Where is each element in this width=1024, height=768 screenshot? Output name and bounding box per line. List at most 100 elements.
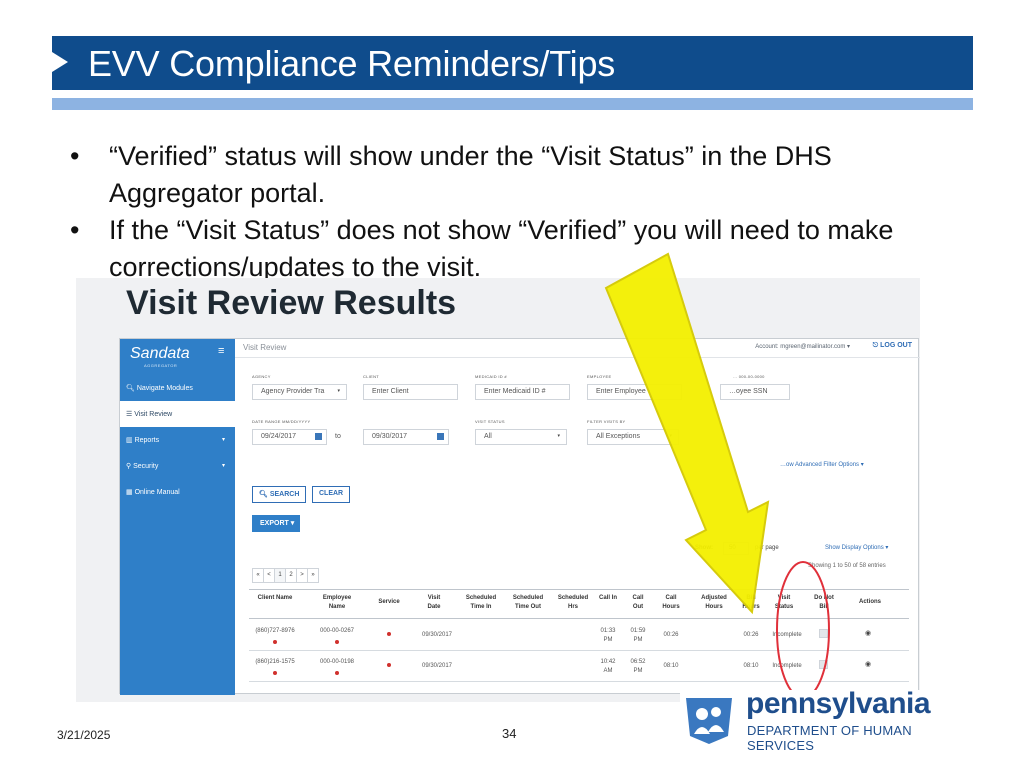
advanced-filter-link[interactable]: …ow Advanced Filter Options ▾ — [780, 461, 864, 468]
calendar-icon[interactable] — [437, 433, 444, 440]
bullet-item: • “Verified” status will show under the … — [70, 138, 970, 212]
sidebar-item-label: Online Manual — [134, 489, 180, 496]
call-hours-cell: 08:10 — [663, 663, 679, 669]
header-divider — [235, 357, 920, 358]
filter-visits-select[interactable]: All Exceptions ▾ — [587, 429, 679, 445]
client-label: CLIENT — [363, 374, 380, 379]
view-icon[interactable]: ◉ — [865, 629, 871, 637]
employee-cell: 000-00-0267 — [319, 628, 355, 634]
filter-visits-value: All Exceptions — [596, 433, 640, 440]
status-dot-icon — [273, 640, 277, 644]
logout-label: LOG OUT — [880, 342, 912, 349]
export-button[interactable]: EXPORT ▾ — [252, 515, 301, 532]
sidebar-item-label: Visit Review — [134, 411, 173, 418]
filter-visits-label: FILTER VISITS BY — [587, 419, 626, 424]
view-icon[interactable]: ◉ — [865, 660, 871, 668]
sidebar-item-label: Reports — [134, 437, 160, 444]
visit-date-cell: 09/30/2017 — [421, 663, 453, 669]
screenshot-panel: Visit Review Results Sandata AGGREGATOR … — [76, 278, 920, 702]
logout-icon: ⎋ — [872, 342, 879, 349]
title-underline — [52, 98, 973, 110]
status-dot-icon — [335, 671, 339, 675]
ssn-label: … 000-00-0000 — [733, 374, 765, 379]
date-from-input[interactable]: 09/24/2017 — [252, 429, 327, 445]
do-not-bill-checkbox[interactable] — [819, 629, 828, 638]
book-icon: ▦ — [126, 489, 133, 496]
agency-select[interactable]: Agency Provider Tra ▾ — [252, 384, 347, 400]
table-row[interactable]: (860)216-1575 000-00-0198 09/30/2017 10:… — [249, 652, 909, 682]
table-header: Client Name Employee Name Service Visit … — [249, 589, 909, 619]
client-input[interactable]: Enter Client — [363, 384, 458, 400]
page-size-value: 50 — [729, 545, 736, 551]
employee-cell: 000-00-0198 — [319, 659, 355, 665]
column-header[interactable]: Call In — [599, 594, 617, 603]
list-icon: ☰ — [126, 411, 133, 418]
column-header[interactable]: Scheduled Time In — [461, 594, 501, 612]
column-header[interactable]: Scheduled Hrs — [553, 594, 593, 612]
clear-button[interactable]: CLEAR — [312, 486, 351, 503]
pa-logo-department: DEPARTMENT OF HUMAN SERVICES — [747, 723, 912, 753]
column-header[interactable]: Call Out — [629, 594, 647, 612]
sidebar-item-reports[interactable]: ▥ Reports ▾ — [120, 427, 235, 453]
sidebar-item-visit-review[interactable]: ☰ Visit Review — [120, 401, 235, 427]
last-page-button[interactable]: » — [307, 568, 319, 583]
call-hours-cell: 00:26 — [663, 632, 679, 638]
column-header[interactable]: Employee Name — [315, 594, 359, 612]
visit-status-select[interactable]: All ▾ — [475, 429, 567, 445]
medicaid-input[interactable]: Enter Medicaid ID # — [475, 384, 570, 400]
date-to-input[interactable]: 09/30/2017 — [363, 429, 449, 445]
column-header[interactable]: Scheduled Time Out — [506, 594, 550, 612]
client-cell: (860)216-1575 — [255, 659, 295, 665]
pa-dhs-logo: pennsylvania DEPARTMENT OF HUMAN SERVICE… — [680, 687, 980, 753]
sidebar: Sandata AGGREGATOR ≡ 🔍︎ Navigate Modules… — [120, 339, 235, 695]
date-to-word: to — [335, 433, 341, 440]
sidebar-item-online-manual[interactable]: ▦ Online Manual — [120, 479, 235, 505]
brand-logo: Sandata — [130, 345, 190, 362]
logout-link[interactable]: ⎋ LOG OUT — [873, 342, 912, 350]
bill-hours-cell: 00:26 — [743, 632, 759, 638]
table-row[interactable]: (860)727-8976 000-00-0267 09/30/2017 01:… — [249, 621, 909, 651]
display-options-link[interactable]: Show Display Options ▾ — [825, 544, 888, 551]
slide-date: 3/21/2025 — [57, 728, 111, 742]
key-icon: ⚲ — [126, 463, 132, 470]
sidebar-item-label: Security — [133, 463, 159, 470]
column-header[interactable]: Service — [371, 598, 407, 607]
slide-title: EVV Compliance Reminders/Tips — [88, 43, 616, 84]
chart-icon: ▥ — [126, 437, 133, 444]
bullet-icon: • — [70, 215, 80, 245]
sandata-app-window: Sandata AGGREGATOR ≡ 🔍︎ Navigate Modules… — [119, 338, 920, 695]
column-header[interactable]: Visit Date — [421, 594, 447, 612]
visit-status-label: VISIT STATUS — [475, 419, 505, 424]
calendar-icon[interactable] — [315, 433, 322, 440]
visit-status-cell: Incomplete — [772, 663, 802, 669]
column-header[interactable]: Adjusted Hours — [694, 594, 734, 612]
account-menu[interactable]: Account: mgreen@mailinator.com ▾ — [755, 343, 850, 350]
show-label: Show: — [695, 545, 713, 551]
visit-date-cell: 09/30/2017 — [421, 632, 453, 638]
employee-input[interactable]: Enter Employee — [587, 384, 682, 400]
call-in-cell: 01:33 PM — [600, 628, 616, 643]
status-dot-icon — [335, 640, 339, 644]
bullet-list: • “Verified” status will show under the … — [70, 138, 970, 278]
column-header[interactable]: Client Name — [255, 594, 295, 603]
slide-page-number: 34 — [502, 726, 517, 741]
column-header[interactable]: Call Hours — [659, 594, 683, 612]
search-button-label: SEARCH — [269, 491, 300, 498]
sidebar-item-navigate-modules[interactable]: 🔍︎ Navigate Modules — [120, 375, 235, 401]
column-header[interactable]: Bill Hours — [739, 594, 763, 612]
breadcrumb: Visit Review — [243, 343, 287, 352]
entries-count: Showing 1 to 50 of 58 entries — [808, 563, 886, 569]
search-button[interactable]: 🔍︎ SEARCH — [252, 486, 307, 503]
ssn-input[interactable]: …oyee SSN — [720, 384, 790, 400]
bill-hours-cell: 08:10 — [743, 663, 759, 669]
column-header[interactable]: Do Not Bill — [809, 594, 839, 612]
column-header[interactable]: Visit Status — [769, 594, 799, 612]
sidebar-item-security[interactable]: ⚲ Security ▾ — [120, 453, 235, 479]
page-size-select[interactable]: 50 — [723, 542, 749, 555]
pa-logo-name: pennsylvania — [746, 687, 931, 720]
column-header[interactable]: Actions — [853, 598, 887, 607]
do-not-bill-checkbox[interactable] — [819, 660, 828, 669]
visit-status-value: All — [484, 433, 492, 440]
title-arrow-icon — [52, 52, 68, 72]
hamburger-icon[interactable]: ≡ — [218, 345, 224, 357]
